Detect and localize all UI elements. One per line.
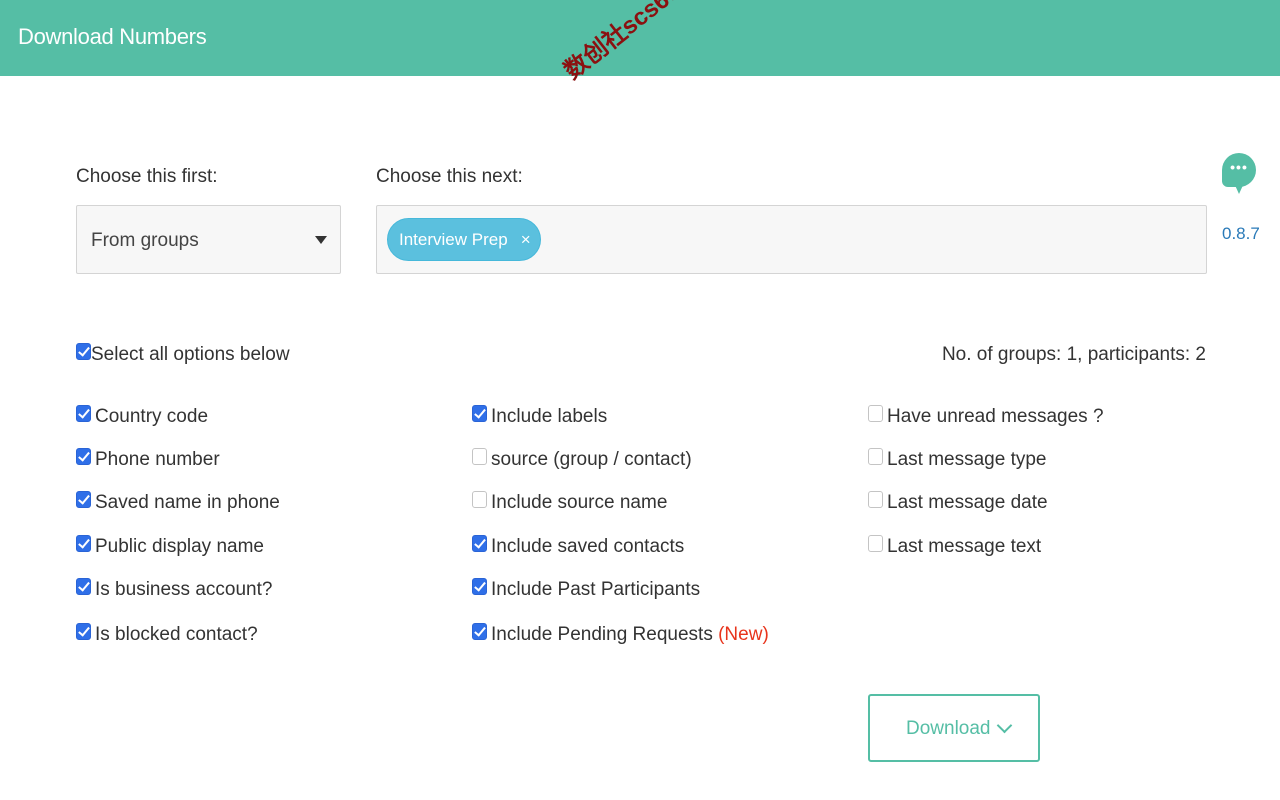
new-badge: (New)	[718, 624, 769, 645]
pending-requests-checkbox[interactable]	[472, 623, 487, 640]
source-type-label: source (group / contact)	[491, 449, 692, 470]
business-account-label: Is business account?	[95, 579, 273, 600]
select-all-checkbox[interactable]	[76, 343, 91, 360]
include-labels-label: Include labels	[491, 406, 608, 427]
group-tags-input[interactable]: Interview Prep ×	[376, 205, 1207, 274]
unread-messages-checkbox[interactable]	[868, 405, 883, 422]
public-name-label: Public display name	[95, 536, 264, 557]
groups-summary: No. of groups: 1, participants: 2	[941, 344, 1206, 365]
saved-name-label: Saved name in phone	[95, 492, 280, 513]
source-select-value: From groups	[91, 230, 199, 251]
group-tag: Interview Prep ×	[387, 218, 541, 261]
source-name-label: Include source name	[491, 492, 668, 513]
close-icon[interactable]: ×	[516, 219, 536, 260]
source-name-checkbox[interactable]	[472, 491, 487, 508]
pending-requests-text: Include Pending Requests	[491, 624, 713, 645]
source-type-checkbox[interactable]	[472, 448, 487, 465]
source-select[interactable]: From groups	[76, 205, 341, 274]
blocked-contact-label: Is blocked contact?	[95, 624, 258, 645]
select-all-label: Select all options below	[91, 344, 290, 365]
chevron-down-icon	[996, 717, 1013, 734]
unread-messages-label: Have unread messages ?	[887, 406, 1104, 427]
chat-dots: •••	[1230, 159, 1248, 175]
include-labels-checkbox[interactable]	[472, 405, 487, 422]
saved-name-checkbox[interactable]	[76, 491, 91, 508]
chat-bubble-icon[interactable]: •••	[1222, 153, 1256, 194]
caret-down-icon	[315, 236, 327, 244]
choose-next-label: Choose this next:	[376, 166, 523, 187]
saved-contacts-label: Include saved contacts	[491, 536, 685, 557]
last-message-type-checkbox[interactable]	[868, 448, 883, 465]
phone-number-label: Phone number	[95, 449, 220, 470]
saved-contacts-checkbox[interactable]	[472, 535, 487, 552]
group-tag-label: Interview Prep	[399, 230, 508, 249]
business-account-checkbox[interactable]	[76, 578, 91, 595]
past-participants-checkbox[interactable]	[472, 578, 487, 595]
last-message-type-label: Last message type	[887, 449, 1047, 470]
last-message-text-label: Last message text	[887, 536, 1042, 557]
download-label: Download	[906, 718, 991, 739]
country-code-label: Country code	[95, 406, 209, 427]
blocked-contact-checkbox[interactable]	[76, 623, 91, 640]
country-code-checkbox[interactable]	[76, 405, 91, 422]
version-label: 0.8.7	[1222, 224, 1260, 243]
choose-first-label: Choose this first:	[76, 166, 218, 187]
phone-number-checkbox[interactable]	[76, 448, 91, 465]
download-button[interactable]: Download	[868, 694, 1040, 762]
past-participants-label: Include Past Participants	[491, 579, 701, 600]
last-message-date-label: Last message date	[887, 492, 1048, 513]
last-message-text-checkbox[interactable]	[868, 535, 883, 552]
pending-requests-label: Include Pending Requests (New)	[491, 624, 769, 646]
page-title: Download Numbers	[18, 24, 207, 49]
public-name-checkbox[interactable]	[76, 535, 91, 552]
last-message-date-checkbox[interactable]	[868, 491, 883, 508]
